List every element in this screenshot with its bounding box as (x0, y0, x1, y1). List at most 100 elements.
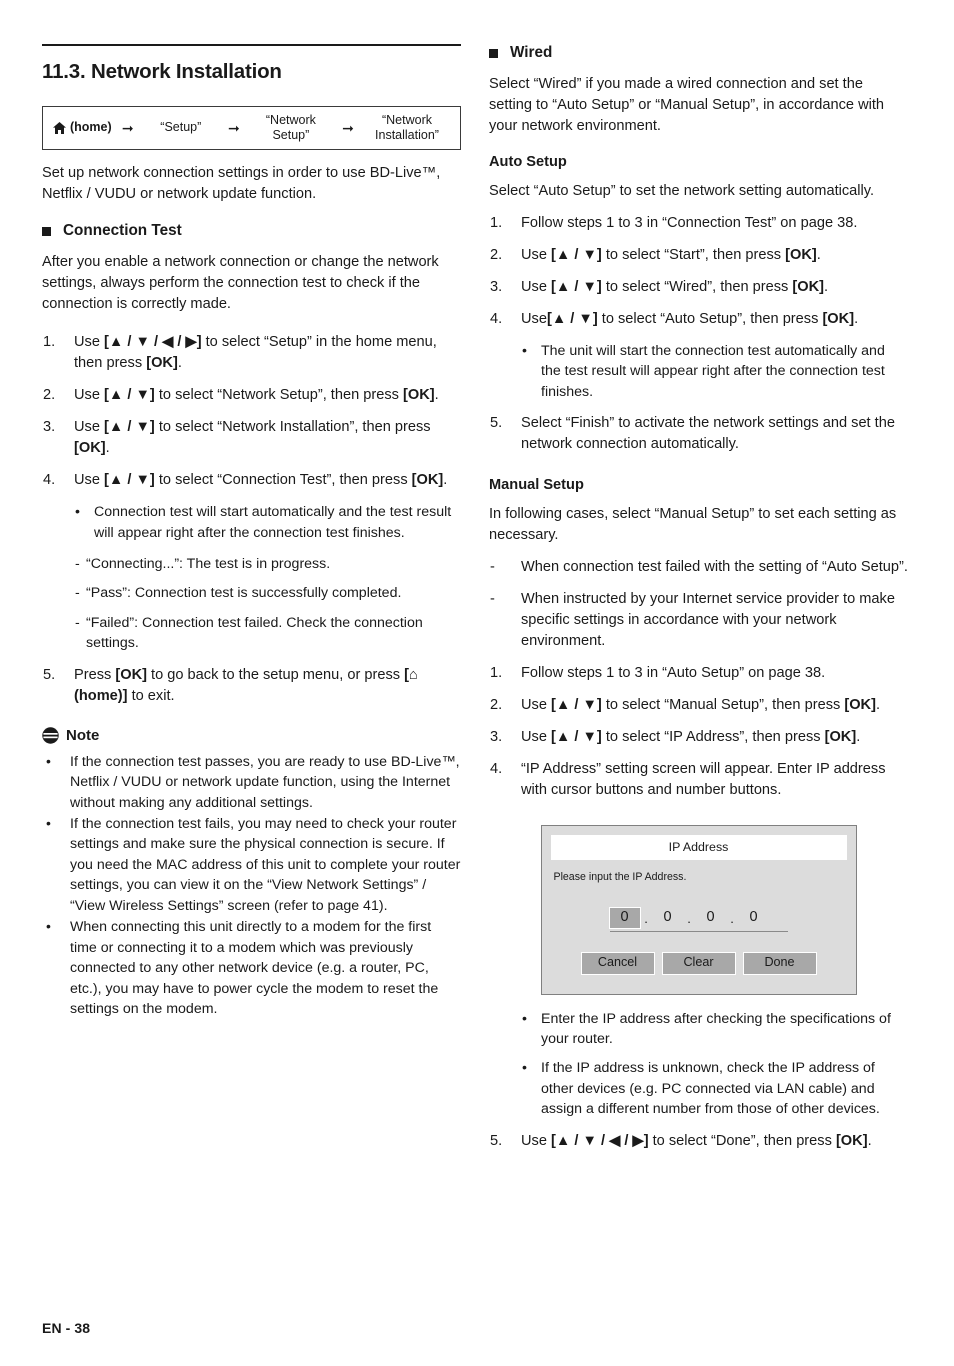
text-run: Use (74, 419, 105, 436)
note-item: • When connecting this unit directly to a… (42, 917, 461, 1019)
text-run: to select “Auto Setup”, then press (597, 311, 823, 327)
key-label: [OK] (403, 387, 435, 404)
bullet-text: Connection test will start automatically… (94, 504, 452, 541)
note-item: • If the connection test passes, you are … (42, 752, 461, 813)
breadcrumb-step-network-installation: “Network Installation” (375, 112, 439, 142)
ip-octet[interactable]: 0 (739, 908, 769, 928)
manual-setup-step5: 5. Use [▲ / ▼ / ◀ / ▶] to select “Done”, … (489, 1131, 908, 1152)
connection-test-heading-label: Connection Test (63, 222, 182, 240)
key-label: [OK] (792, 279, 825, 295)
ip-octet[interactable]: 0 (653, 908, 683, 928)
connection-test-step4-dashes: - “Connecting...”: The test is in progres… (42, 554, 461, 654)
text-run: to exit. (127, 687, 175, 704)
square-bullet-icon (489, 48, 498, 58)
bullet-marker: - (490, 591, 495, 608)
step-number: 2. (490, 247, 503, 263)
sub-dash-item: - “Failed”: Connection test failed. Check… (42, 613, 461, 654)
bullet-text: If the connection test passes, you are r… (70, 753, 460, 811)
numbered-step: 3. Use [▲ / ▼] to select “Wired”, then pr… (489, 277, 908, 298)
document-page: 11.3. Network Installation (home) ➞ “Set… (0, 0, 954, 1366)
cancel-button[interactable]: Cancel (580, 951, 655, 975)
key-label: [▲ / ▼] (104, 419, 155, 436)
text-run: to select “IP Address”, then press (601, 729, 825, 746)
step-number: 2. (490, 697, 503, 714)
sub-dash-item: - “Pass”: Connection test is successfully… (42, 583, 461, 603)
key-label: [▲ / ▼] (104, 472, 155, 489)
bullet-marker: • (75, 504, 80, 521)
breadcrumb-home: (home) (53, 120, 112, 135)
connection-test-intro: After you enable a network connection or… (42, 254, 439, 313)
ip-dialog-buttons: Cancel Clear Done (551, 951, 847, 975)
key-label: [OK] (74, 440, 106, 457)
bullet-marker: - (490, 559, 495, 576)
bullet-marker: • (522, 1010, 527, 1027)
numbered-step: 5. Use [▲ / ▼ / ◀ / ▶] to select “Done”, … (489, 1131, 908, 1152)
text-run: Use (74, 472, 105, 489)
dash-item: - When connection test failed with the se… (489, 557, 908, 578)
text-run: Use (521, 311, 547, 327)
ip-separator: . (644, 911, 648, 927)
bullet-marker: • (46, 815, 51, 831)
text-run: Use (521, 729, 552, 746)
ip-dialog-title: IP Address (550, 835, 847, 861)
text-run: to select “Connection Test”, then press (154, 472, 412, 489)
numbered-step: 4. Use[▲ / ▼] to select “Auto Setup”, the… (489, 309, 908, 330)
text-run: . (443, 472, 448, 489)
text-run: . (824, 279, 829, 295)
connection-test-heading: Connection Test (42, 222, 461, 240)
bullet-text: The unit will start the connection test … (541, 343, 885, 400)
numbered-step: 1. Use [▲ / ▼ / ◀ / ▶] to select “Setup” … (42, 332, 461, 374)
clear-button[interactable]: Clear (661, 951, 736, 975)
ip-octet[interactable]: 0 (608, 907, 641, 929)
key-label: [▲ / ▼] (551, 279, 602, 295)
step-number: 5. (43, 666, 56, 683)
note-title: Note (66, 726, 100, 744)
text-run: . (816, 247, 821, 263)
step-number: 5. (490, 415, 503, 432)
numbered-step: 1. Follow steps 1 to 3 in “Connection Tes… (489, 213, 908, 234)
breadcrumb-home-label: (home) (70, 120, 112, 135)
bullet-text: Enter the IP address after checking the … (541, 1010, 891, 1048)
auto-setup-step4-bullets: • The unit will start the connection test… (489, 341, 908, 402)
step-number: 3. (43, 419, 56, 436)
key-label: [OK] (844, 697, 876, 714)
text-run: . (177, 355, 182, 372)
sub-bullet-item: • Connection test will start automaticall… (42, 502, 461, 543)
bullet-text: When connecting this unit directly to a … (70, 919, 439, 1017)
ip-dialog-prompt: Please input the IP Address. (553, 871, 687, 884)
auto-setup-heading: Auto Setup (489, 154, 567, 170)
bullet-marker: • (522, 343, 527, 359)
sub-dash-item: - “Connecting...”: The test is in progres… (42, 554, 461, 574)
breadcrumb: (home) ➞ “Setup” ➞ “Network Setup” ➞ “Ne… (42, 105, 461, 151)
numbered-step: 5. Press [OK] to go back to the setup men… (42, 665, 461, 707)
left-column: 11.3. Network Installation (home) ➞ “Set… (42, 44, 461, 1020)
wired-heading: Wired (489, 44, 908, 62)
text-run: . (854, 311, 859, 327)
note-heading: Note (42, 727, 461, 744)
ip-octet[interactable]: 0 (696, 908, 726, 928)
done-button[interactable]: Done (742, 951, 817, 975)
text-run: . (434, 387, 439, 404)
page-title: 11.3. Network Installation (42, 60, 282, 83)
key-label: [▲ / ▼] (551, 247, 602, 263)
text-run: Use (521, 247, 552, 263)
bullet-marker: - (75, 585, 80, 602)
key-label: [▲ / ▼] (551, 729, 602, 746)
connection-test-step5: 5. Press [OK] to go back to the setup men… (42, 665, 461, 707)
key-label: [OK] (411, 472, 444, 489)
bullet-text: If the connection test fails, you may ne… (70, 816, 461, 914)
text-run: to select “Start”, then press (601, 247, 786, 263)
dash-item: - When instructed by your Internet servic… (489, 589, 908, 652)
text-run: “IP Address” setting screen will appear.… (521, 761, 886, 799)
auto-setup-steps: 1. Follow steps 1 to 3 in “Connection Tes… (489, 213, 908, 330)
ip-address-input[interactable]: 0.0.0.0 (608, 907, 788, 932)
ip-separator: . (730, 911, 734, 927)
step-number: 1. (490, 665, 503, 682)
text-run: . (867, 1132, 872, 1149)
text-run: Use (74, 387, 105, 404)
text-run: Use (521, 279, 552, 295)
home-icon (53, 121, 66, 134)
step-number: 5. (490, 1132, 503, 1149)
step-number: 1. (490, 215, 503, 231)
note-item: • If the connection test fails, you may n… (42, 814, 461, 916)
